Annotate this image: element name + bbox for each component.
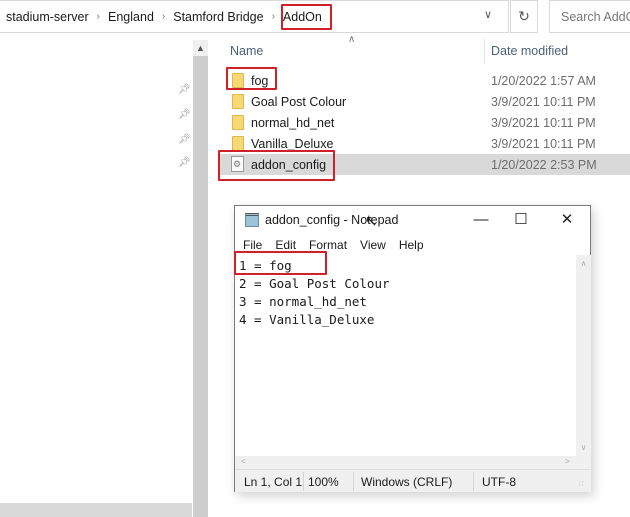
pin-icon: 📌︎ xyxy=(178,84,191,95)
breadcrumb-england[interactable]: England xyxy=(108,10,154,24)
scroll-up-icon[interactable]: ▲ xyxy=(193,40,208,56)
chevron-down-icon[interactable]: ∨ xyxy=(484,8,492,21)
text-line: 3 = normal_hd_net xyxy=(239,294,367,309)
folder-icon xyxy=(232,115,244,130)
highlight-box xyxy=(234,251,327,275)
notepad-window[interactable]: addon_config - Notepad ↖ — ☐ ✕ File Edit… xyxy=(234,205,591,492)
text-editor[interactable]: 1 = fog 2 = Goal Post Colour 3 = normal_… xyxy=(235,255,576,456)
file-name: normal_hd_net xyxy=(251,116,335,130)
cursor-position: Ln 1, Col 1 xyxy=(244,475,303,489)
sort-ascending-icon: ∧ xyxy=(348,34,356,45)
file-date: 1/20/2022 2:53 PM xyxy=(491,158,597,172)
column-header-date-modified[interactable]: Date modified xyxy=(491,44,568,58)
horizontal-scrollbar[interactable]: < > xyxy=(235,456,591,469)
refresh-icon: ↻ xyxy=(518,8,530,24)
vertical-scrollbar[interactable]: ∧ ∨ xyxy=(576,255,591,456)
divider xyxy=(353,472,354,491)
pin-icon: 📌︎ xyxy=(178,134,191,145)
chevron-right-icon: › xyxy=(96,11,101,22)
pin-icon: 📌︎ xyxy=(178,109,191,120)
file-date: 3/9/2021 10:11 PM xyxy=(491,116,596,130)
file-date: 3/9/2021 10:11 PM xyxy=(491,95,596,109)
folder-icon xyxy=(232,94,244,109)
file-name: Goal Post Colour xyxy=(251,95,347,109)
zoom-level: 100% xyxy=(308,475,339,489)
divider xyxy=(473,472,474,491)
text-line: 4 = Vanilla_Deluxe xyxy=(239,312,375,327)
divider xyxy=(303,472,304,491)
address-bar[interactable]: stadium-server › England › Stamford Bridge… xyxy=(0,0,509,33)
menu-help[interactable]: Help xyxy=(399,235,424,254)
scroll-down-icon[interactable]: ∨ xyxy=(576,443,591,452)
window-title: addon_config - Notepad xyxy=(265,213,399,227)
minimize-button[interactable]: — xyxy=(461,208,501,232)
encoding: UTF-8 xyxy=(482,475,516,489)
file-name: Vanilla_Deluxe xyxy=(251,137,334,151)
maximize-button[interactable]: ☐ xyxy=(501,208,541,232)
mouse-cursor-icon: ↖ xyxy=(365,213,378,230)
highlight-box xyxy=(218,150,335,181)
breadcrumb-stamford-bridge[interactable]: Stamford Bridge xyxy=(173,10,263,24)
column-header-name[interactable]: Name xyxy=(230,44,263,58)
file-row-fog[interactable]: fog 1/20/2022 1:57 AM xyxy=(218,70,630,91)
notepad-title-bar[interactable]: addon_config - Notepad ↖ — ☐ ✕ xyxy=(235,206,590,235)
scroll-right-icon[interactable]: > xyxy=(565,457,570,466)
scroll-up-icon[interactable]: ∧ xyxy=(576,259,591,268)
file-row-goal-post-colour[interactable]: Goal Post Colour 3/9/2021 10:11 PM xyxy=(218,91,630,112)
folder-icon xyxy=(232,136,244,151)
file-date: 3/9/2021 10:11 PM xyxy=(491,137,596,151)
scroll-left-icon[interactable]: < xyxy=(241,457,246,466)
notepad-icon xyxy=(245,213,259,227)
chevron-right-icon: › xyxy=(161,11,166,22)
highlight-box xyxy=(281,4,332,30)
search-input[interactable]: Search AddOn xyxy=(549,0,630,33)
chevron-right-icon: › xyxy=(271,11,275,22)
status-bar: Ln 1, Col 1 100% Windows (CRLF) UTF-8 ∷ xyxy=(235,469,591,492)
file-row-normal-hd-net[interactable]: normal_hd_net 3/9/2021 10:11 PM xyxy=(218,112,630,133)
pin-icon: 📌︎ xyxy=(178,157,191,168)
menu-view[interactable]: View xyxy=(360,235,386,254)
resize-grip-icon[interactable]: ∷ xyxy=(579,480,583,488)
nav-pane-scrollbar[interactable]: ▲ xyxy=(193,40,208,517)
text-line: 2 = Goal Post Colour xyxy=(239,276,390,291)
highlight-box xyxy=(226,67,277,90)
nav-pane-horizontal-scrollbar[interactable] xyxy=(0,503,192,517)
breadcrumb-stadium-server[interactable]: stadium-server xyxy=(6,10,89,24)
column-divider[interactable] xyxy=(484,38,485,64)
file-date: 1/20/2022 1:57 AM xyxy=(491,74,596,88)
line-ending: Windows (CRLF) xyxy=(361,475,453,489)
refresh-button[interactable]: ↻ xyxy=(510,0,538,33)
close-button[interactable]: ✕ xyxy=(547,208,587,232)
